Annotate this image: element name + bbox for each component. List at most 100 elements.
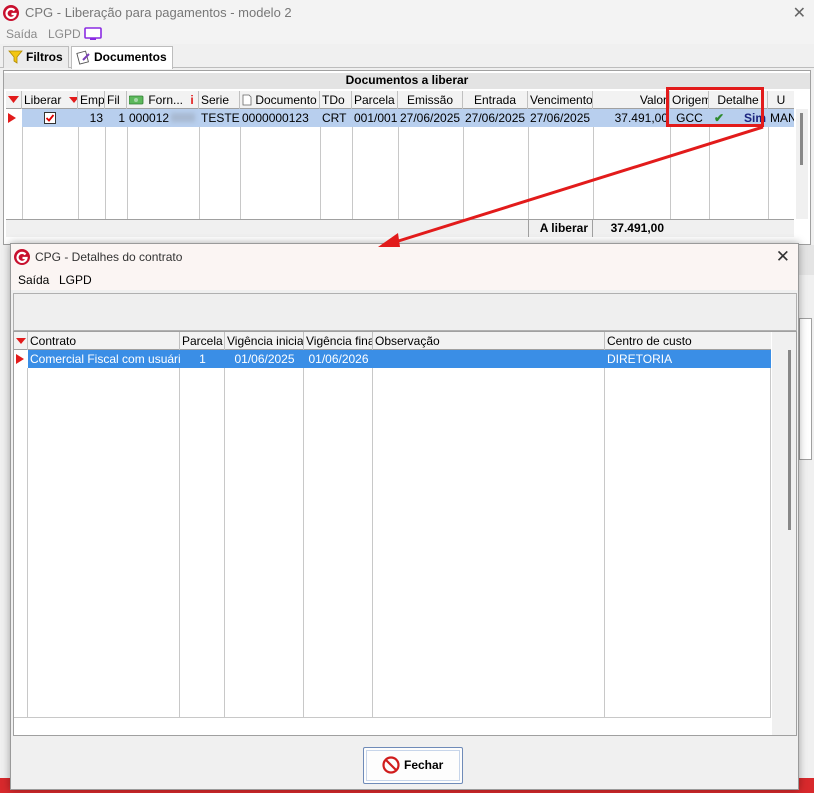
cell-entrada: 27/06/2025 — [465, 111, 526, 125]
main-menubar: Saída LGPD — [0, 26, 814, 44]
sort-down-icon — [8, 96, 19, 103]
cell-parcela: 001/001 — [354, 111, 398, 125]
document-icon — [242, 94, 252, 106]
main-window-title: CPG - Liberação para pagamentos - modelo… — [25, 5, 292, 20]
col-emp[interactable]: Emp — [78, 91, 105, 109]
dialog-menubar: Saída LGPD — [11, 270, 798, 290]
contract-vertical-scrollbar[interactable] — [772, 332, 796, 735]
dialog-button-bar: Fechar — [11, 737, 798, 789]
col-entrada[interactable]: Entrada — [463, 91, 528, 109]
background-strip — [799, 245, 814, 275]
col-documento[interactable]: Documento — [240, 91, 320, 109]
grid-line — [179, 368, 180, 718]
cell-vencimento: 27/06/2025 — [530, 111, 591, 125]
cell-documento: 0000000123 — [242, 111, 309, 125]
tab-filtros[interactable]: Filtros — [3, 46, 69, 68]
col-documento-label: Documento — [255, 93, 317, 107]
cell-observacao — [373, 350, 605, 368]
col-fil[interactable]: Fil — [105, 91, 127, 109]
highlight-box — [666, 87, 764, 127]
cell-emissao: 27/06/2025 — [400, 111, 461, 125]
grid-line — [27, 368, 28, 718]
col-fornecedor[interactable]: Forn... i — [127, 91, 199, 109]
blurred-text — [171, 113, 196, 122]
dialog-toolbar — [13, 293, 797, 331]
dialog-menu-saida[interactable]: Saída — [18, 273, 49, 287]
scroll-thumb[interactable] — [788, 350, 791, 530]
col-vigencia-inicial[interactable]: Vigência inicial — [225, 332, 304, 350]
grid-line — [127, 127, 128, 219]
contract-details-dialog: CPG - Detalhes do contrato ✕ Saída LGPD … — [10, 243, 799, 790]
main-close-icon[interactable]: ✕ — [793, 3, 806, 23]
col-u[interactable]: U — [768, 91, 794, 109]
background-panel — [799, 318, 812, 460]
footer-label: A liberar — [528, 220, 593, 237]
cell-fornecedor: 000012 — [127, 109, 199, 127]
col-liberar[interactable]: Liberar — [22, 91, 78, 109]
liberar-checkbox[interactable] — [22, 109, 78, 127]
contract-grid-header: Contrato Parcela Vigência inicial Vigênc… — [14, 332, 771, 350]
grid-line — [199, 127, 200, 219]
col-emissao[interactable]: Emissão — [398, 91, 463, 109]
row-indicator — [6, 109, 22, 127]
menu-saida[interactable]: Saída — [6, 27, 37, 41]
sort-down-icon — [16, 338, 26, 344]
documents-icon — [76, 50, 90, 65]
contract-grid: Contrato Parcela Vigência inicial Vigênc… — [13, 331, 797, 736]
cell-emp: 13 — [89, 111, 103, 125]
grid-line — [768, 127, 769, 219]
col-valor[interactable]: Valor — [593, 91, 670, 109]
supplier-money-icon — [128, 95, 144, 105]
stop-icon — [382, 756, 400, 774]
grid-line — [105, 127, 106, 219]
grid-line — [463, 127, 464, 219]
cell-u: MAN — [770, 111, 794, 125]
dialog-menu-lgpd[interactable]: LGPD — [59, 273, 92, 287]
grid-line — [303, 368, 304, 718]
tab-bar: Filtros Documentos — [0, 44, 814, 69]
grid-line — [22, 127, 23, 219]
col-parcela[interactable]: Parcela — [180, 332, 225, 350]
col-vencimento[interactable]: Vencimento — [528, 91, 593, 109]
grid-line — [320, 127, 321, 219]
col-centro-custo[interactable]: Centro de custo — [605, 332, 771, 350]
cell-vigencia-final: 01/06/2026 — [308, 352, 369, 366]
col-observacao[interactable]: Observação — [373, 332, 605, 350]
row-pointer-icon — [16, 354, 24, 364]
grid-line — [670, 127, 671, 219]
dialog-titlebar: CPG - Detalhes do contrato ✕ — [11, 244, 798, 270]
grid-line — [14, 717, 771, 718]
documents-vertical-scrollbar[interactable] — [796, 109, 808, 219]
scroll-thumb[interactable] — [800, 113, 803, 165]
filter-icon — [8, 50, 23, 64]
cell-valor: 37.491,00 — [614, 111, 668, 125]
menu-lgpd[interactable]: LGPD — [48, 27, 81, 41]
grid-line — [593, 127, 594, 219]
fechar-button-label: Fechar — [404, 758, 444, 772]
col-contrato[interactable]: Contrato — [28, 332, 180, 350]
table-row[interactable]: Comercial Fiscal com usuário ... 1 01/06… — [14, 350, 771, 368]
app-logo-icon — [14, 249, 30, 265]
cell-fil: 1 — [118, 111, 125, 125]
cell-fornecedor-value: 000012 — [129, 111, 170, 125]
sort-down-icon — [68, 97, 77, 103]
dialog-title: CPG - Detalhes do contrato — [35, 250, 183, 264]
main-titlebar: CPG - Liberação para pagamentos - modelo… — [0, 0, 814, 26]
cell-vigencia-inicial: 01/06/2025 — [234, 352, 295, 366]
col-vigencia-final[interactable]: Vigência final — [304, 332, 373, 350]
col-serie[interactable]: Serie — [199, 91, 240, 109]
grid-line — [372, 368, 373, 718]
fechar-button[interactable]: Fechar — [363, 747, 463, 784]
cell-parcela: 1 — [199, 352, 206, 366]
checkbox-checked-icon — [44, 112, 56, 124]
col-parcela[interactable]: Parcela — [352, 91, 398, 109]
footer-total: 37.491,00 — [610, 221, 664, 235]
grid-line — [224, 368, 225, 718]
monitor-icon[interactable] — [84, 27, 102, 41]
tab-documentos[interactable]: Documentos — [71, 46, 173, 69]
col-tdo[interactable]: TDo — [320, 91, 352, 109]
col-liberar-label: Liberar — [24, 93, 62, 107]
dialog-close-icon[interactable]: ✕ — [776, 247, 790, 267]
tab-documentos-label: Documentos — [94, 50, 167, 64]
grid-line — [352, 127, 353, 219]
